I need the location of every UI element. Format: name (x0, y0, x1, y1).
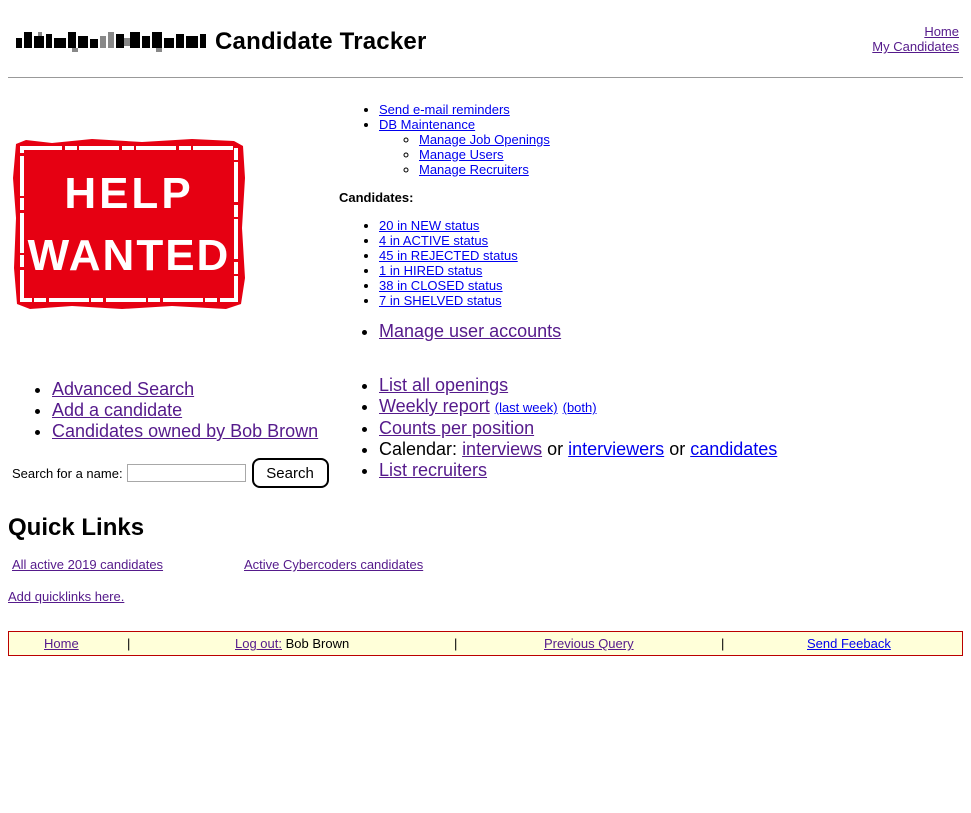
logout-link[interactable]: Log out: (235, 636, 282, 651)
top-links: Home My Candidates (872, 24, 959, 54)
poster-help-text: HELP (64, 169, 193, 218)
list-item: 7 in SHELVED status (379, 293, 518, 308)
poster-wanted-text: WANTED (28, 231, 231, 280)
list-item: Manage user accounts (379, 321, 561, 342)
search-label: Search for a name: (12, 465, 123, 481)
list-item: Manage Users (419, 147, 550, 162)
list-item: Counts per position (379, 418, 777, 439)
status-closed-link[interactable]: 38 in CLOSED status (379, 278, 503, 293)
calendar-interviewers-link[interactable]: interviewers (568, 439, 664, 459)
footer-bar: Home | Log out: Bob Brown | Previous Que… (8, 631, 963, 656)
advanced-search-link[interactable]: Advanced Search (52, 379, 194, 399)
send-feedback-link[interactable]: Send Feeback (807, 636, 891, 651)
list-item: List recruiters (379, 460, 777, 481)
help-wanted-image: HELP WANTED (13, 139, 245, 309)
status-hired-link[interactable]: 1 in HIRED status (379, 263, 482, 278)
manage-user-accounts-link[interactable]: Manage user accounts (379, 321, 561, 341)
status-rejected-link[interactable]: 45 in REJECTED status (379, 248, 518, 263)
or-text: or (547, 439, 564, 459)
candidates-owned-link[interactable]: Candidates owned by Bob Brown (52, 421, 318, 441)
main-actions-list: Advanced Search Add a candidate Candidat… (52, 379, 318, 442)
weekly-report-link[interactable]: Weekly report (379, 396, 490, 416)
reports-list: List all openings Weekly report (last we… (379, 375, 777, 481)
list-item: Weekly report (last week) (both) (379, 396, 777, 418)
db-maintenance-link[interactable]: DB Maintenance (379, 117, 475, 132)
status-shelved-link[interactable]: 7 in SHELVED status (379, 293, 502, 308)
admin-menu: Send e-mail reminders DB Maintenance Man… (379, 102, 550, 177)
list-item: DB Maintenance Manage Job Openings Manag… (379, 117, 550, 177)
list-openings-link[interactable]: List all openings (379, 375, 508, 395)
send-email-reminders-link[interactable]: Send e-mail reminders (379, 102, 510, 117)
calendar-label: Calendar: (379, 439, 458, 459)
current-user-name: Bob Brown (285, 636, 350, 651)
counts-per-position-link[interactable]: Counts per position (379, 418, 534, 438)
weekly-report-both-link[interactable]: (both) (563, 400, 597, 415)
list-item: 20 in NEW status (379, 218, 518, 233)
footer-separator: | (721, 636, 725, 651)
app-title: Candidate Tracker (215, 28, 427, 55)
add-quicklinks-link[interactable]: Add quicklinks here. (8, 589, 124, 604)
add-candidate-link[interactable]: Add a candidate (52, 400, 182, 420)
redacted-logo-icon (16, 32, 206, 52)
list-item: Manage Job Openings (419, 132, 550, 147)
list-item: Manage Recruiters (419, 162, 550, 177)
quick-links-heading: Quick Links (8, 514, 145, 541)
candidates-heading: Candidates: (339, 190, 414, 205)
page-header: Candidate Tracker Home My Candidates (8, 20, 963, 65)
or-text: or (669, 439, 686, 459)
footer-separator: | (454, 636, 458, 651)
db-maintenance-submenu: Manage Job Openings Manage Users Manage … (419, 132, 550, 177)
list-item: Calendar: interviews or interviewers or … (379, 439, 777, 460)
status-new-link[interactable]: 20 in NEW status (379, 218, 479, 233)
calendar-interviews-link[interactable]: interviews (462, 439, 542, 459)
manage-recruiters-link[interactable]: Manage Recruiters (419, 162, 529, 177)
list-item: Add a candidate (52, 400, 318, 421)
list-item: Candidates owned by Bob Brown (52, 421, 318, 442)
manage-users-link[interactable]: Manage Users (419, 147, 504, 162)
footer-logout-group: Log out: Bob Brown (235, 636, 349, 651)
weekly-report-last-week-link[interactable]: (last week) (495, 400, 558, 415)
previous-query-link[interactable]: Previous Query (544, 636, 634, 651)
manage-job-openings-link[interactable]: Manage Job Openings (419, 132, 550, 147)
calendar-candidates-link[interactable]: candidates (690, 439, 777, 459)
list-item: 38 in CLOSED status (379, 278, 518, 293)
name-search-form: Search for a name: Search (12, 458, 329, 488)
footer-separator: | (127, 636, 131, 651)
list-item: 1 in HIRED status (379, 263, 518, 278)
candidate-status-list: 20 in NEW status 4 in ACTIVE status 45 i… (379, 218, 518, 308)
home-link[interactable]: Home (924, 24, 959, 39)
list-item: Send e-mail reminders (379, 102, 550, 117)
user-accounts-list: Manage user accounts (379, 321, 561, 342)
quick-link-active-2019[interactable]: All active 2019 candidates (12, 557, 163, 572)
list-recruiters-link[interactable]: List recruiters (379, 460, 487, 480)
list-item: 45 in REJECTED status (379, 248, 518, 263)
my-candidates-link[interactable]: My Candidates (872, 39, 959, 54)
list-item: 4 in ACTIVE status (379, 233, 518, 248)
search-button[interactable]: Search (251, 458, 329, 488)
quick-link-cybercoders[interactable]: Active Cybercoders candidates (244, 557, 423, 572)
header-divider (8, 77, 963, 78)
footer-home-link[interactable]: Home (44, 636, 79, 651)
status-active-link[interactable]: 4 in ACTIVE status (379, 233, 488, 248)
name-search-input[interactable] (126, 464, 246, 482)
list-item: Advanced Search (52, 379, 318, 400)
list-item: List all openings (379, 375, 777, 396)
